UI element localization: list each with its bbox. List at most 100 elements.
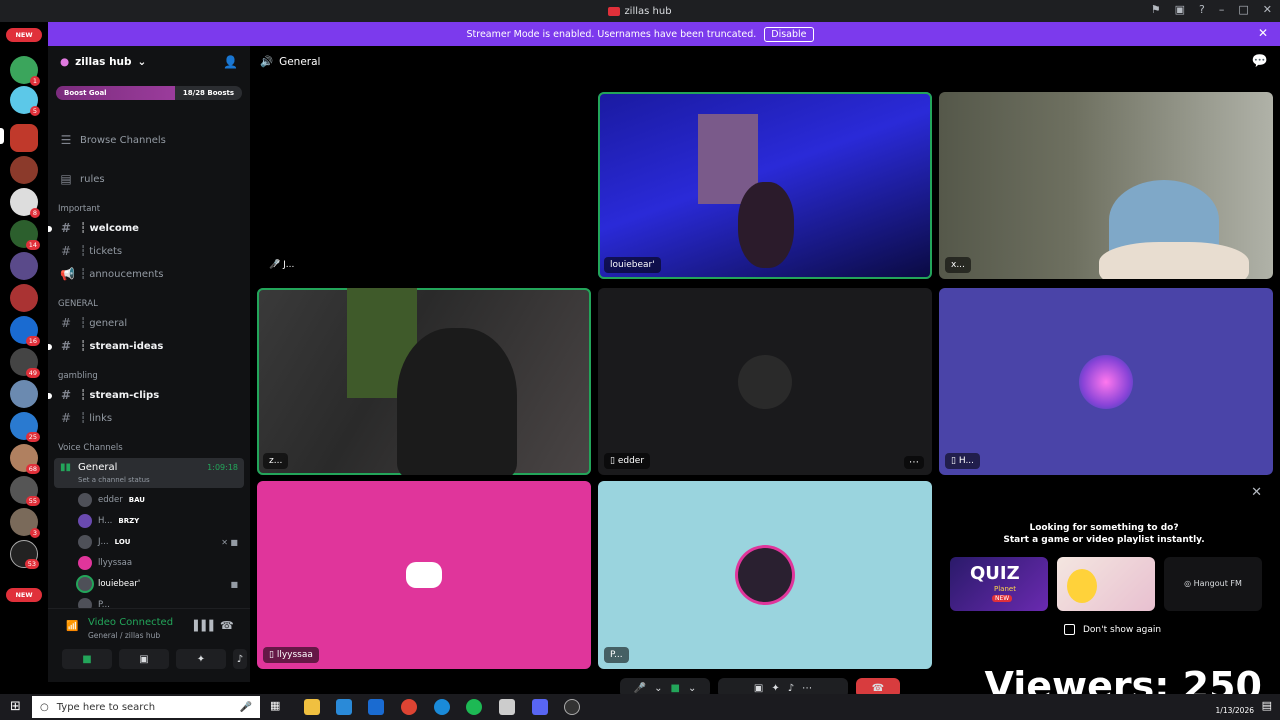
voice-channel-general[interactable]: ▮▮ General 1:09:18 Set a channel status — [54, 458, 244, 488]
channel-tickets[interactable]: # ┆ tickets — [56, 241, 244, 261]
signal-icon[interactable]: 📶 — [66, 621, 78, 632]
camera-icon[interactable]: ■ — [671, 683, 680, 694]
noise-icon[interactable]: ▌▌▌ — [194, 621, 217, 632]
server-header[interactable]: ● zillas hub ⌄ 👤 — [48, 46, 250, 78]
screen-share-button[interactable]: ▣ — [119, 649, 169, 669]
more-icon[interactable]: ⋯ — [802, 683, 812, 694]
soundboard-button[interactable]: ♪ — [233, 649, 247, 669]
video-tile[interactable]: ▯ llyyssaa — [257, 481, 591, 669]
server-icon[interactable]: 14 — [10, 220, 40, 250]
invite-icon[interactable]: 👤 — [223, 55, 238, 69]
file-explorer-icon[interactable] — [304, 699, 320, 715]
close-icon[interactable]: ✕ — [1251, 485, 1262, 500]
server-icon[interactable]: 16 — [10, 316, 40, 346]
voice-user[interactable]: edder BAU — [78, 491, 238, 509]
task-view-icon[interactable]: ▦ — [270, 699, 280, 712]
server-icon[interactable]: 25 — [10, 412, 40, 442]
notifications-icon[interactable]: ▤ — [1262, 699, 1272, 712]
channel-status[interactable]: Set a channel status — [78, 476, 150, 484]
server-icon[interactable]: 68 — [10, 444, 40, 474]
streamer-mode-banner: Streamer Mode is enabled. Usernames have… — [0, 22, 1280, 46]
activity-card-hangout[interactable]: ◎ Hangout FM — [1164, 557, 1262, 611]
voice-user[interactable]: J... LOU ✕ ■ — [78, 533, 238, 551]
mail-icon[interactable] — [368, 699, 384, 715]
checkbox[interactable] — [1064, 624, 1075, 635]
server-icon[interactable]: 49 — [10, 348, 40, 378]
screen-share-icon[interactable]: ▣ — [754, 683, 763, 694]
disconnect-icon[interactable]: ☎ — [220, 619, 234, 632]
taskbar-search[interactable]: ○ Type here to search 🎤 — [32, 696, 260, 718]
edge-icon[interactable] — [434, 699, 450, 715]
inbox-icon[interactable]: ⚑ — [1151, 3, 1161, 16]
help-icon[interactable]: ? — [1199, 3, 1205, 16]
voice-user[interactable]: llyyssaa — [78, 554, 238, 572]
voice-user[interactable]: H... BRZY — [78, 512, 238, 530]
minimize-button[interactable]: – — [1219, 3, 1225, 16]
camera-icon: ■ — [82, 653, 92, 665]
avatar — [738, 548, 792, 602]
close-window-button[interactable]: ✕ — [1263, 3, 1272, 16]
channel-links[interactable]: # ┆ links — [56, 408, 244, 428]
video-tile[interactable]: P... — [598, 481, 932, 669]
server-icon[interactable] — [10, 284, 38, 312]
server-icon[interactable]: 55 — [10, 476, 40, 506]
category-important[interactable]: Important — [58, 204, 100, 214]
boost-goal-bar[interactable]: Boost Goal 18/28 Boosts — [56, 86, 242, 100]
video-tile[interactable]: louiebear' — [598, 92, 932, 279]
video-tile[interactable]: z... — [257, 288, 591, 475]
server-icon[interactable]: 53 — [10, 540, 39, 569]
chevron-up-icon[interactable]: ⌄ — [654, 683, 662, 694]
channel-general[interactable]: # ┆ general — [56, 313, 244, 333]
channel-stream-ideas[interactable]: # ┆ stream-ideas — [56, 336, 244, 356]
server-icon[interactable]: 3 — [10, 508, 40, 538]
activity-card-game[interactable] — [1057, 557, 1155, 611]
voice-user[interactable]: louiebear' ■ — [78, 575, 238, 593]
video-tile[interactable]: ▯ edder ⋯ — [598, 288, 932, 475]
obs-icon[interactable] — [564, 699, 580, 715]
maximize-button[interactable]: □ — [1238, 3, 1248, 16]
server-icon[interactable]: 1 — [10, 56, 40, 86]
mic-icon[interactable]: 🎤 — [634, 683, 646, 694]
taskbar-clock[interactable]: 1/13/2026 — [1216, 698, 1254, 715]
category-voice[interactable]: Voice Channels — [58, 443, 123, 453]
soundboard-icon[interactable]: ♪ — [788, 683, 794, 694]
category-gambling[interactable]: gambling — [58, 371, 98, 381]
channel-stream-clips[interactable]: # ┆ stream-clips — [56, 385, 244, 405]
store-icon[interactable] — [336, 699, 352, 715]
browse-channels[interactable]: ☰ Browse Channels — [56, 130, 244, 150]
activities-icon[interactable]: ✦ — [771, 683, 779, 694]
spotify-icon[interactable] — [466, 699, 482, 715]
server-icon[interactable] — [10, 252, 38, 280]
server-icon-zillas-hub[interactable] — [10, 124, 38, 152]
activities-button[interactable]: ✦ — [176, 649, 226, 669]
app-icon[interactable] — [499, 699, 515, 715]
server-icon[interactable] — [10, 380, 38, 408]
video-face — [1099, 242, 1249, 279]
disable-button[interactable]: Disable — [764, 26, 814, 42]
close-icon[interactable]: ✕ — [1258, 26, 1268, 40]
phone-icon: ▯ — [610, 456, 618, 466]
discord-icon[interactable] — [532, 699, 548, 715]
category-general[interactable]: GENERAL — [58, 299, 98, 309]
voice-status[interactable]: Video Connected — [88, 617, 173, 628]
dont-show-again-checkbox[interactable]: Don't show again — [1064, 624, 1161, 635]
more-options-icon[interactable]: ⋯ — [904, 456, 924, 469]
video-tile[interactable]: ▯ H... — [939, 288, 1273, 475]
chat-icon[interactable]: 💬 — [1252, 54, 1268, 69]
windows-start-icon[interactable]: ⊞ — [10, 699, 21, 714]
server-icon[interactable] — [10, 156, 38, 184]
video-tile[interactable]: 🎤̸ J... — [257, 92, 591, 279]
voice-location[interactable]: General / zillas hub — [88, 631, 160, 640]
channel-welcome[interactable]: # ┆ welcome — [56, 218, 244, 238]
server-icon[interactable]: 5 — [10, 86, 40, 116]
mic-icon[interactable]: 🎤 — [240, 702, 252, 713]
chevron-up-icon[interactable]: ⌄ — [688, 683, 696, 694]
channel-announcements[interactable]: 📢 ┆ annoucements — [56, 264, 244, 284]
server-icon[interactable]: 8 — [10, 188, 40, 218]
screen-icon[interactable]: ▣ — [1175, 3, 1185, 16]
channel-rules[interactable]: ▤ rules — [56, 169, 244, 189]
video-tile[interactable]: x... — [939, 92, 1273, 279]
activity-card-quiz[interactable]: QUIZ Planet NEW — [950, 557, 1048, 611]
chrome-icon[interactable] — [401, 699, 417, 715]
camera-button[interactable]: ■ — [62, 649, 112, 669]
